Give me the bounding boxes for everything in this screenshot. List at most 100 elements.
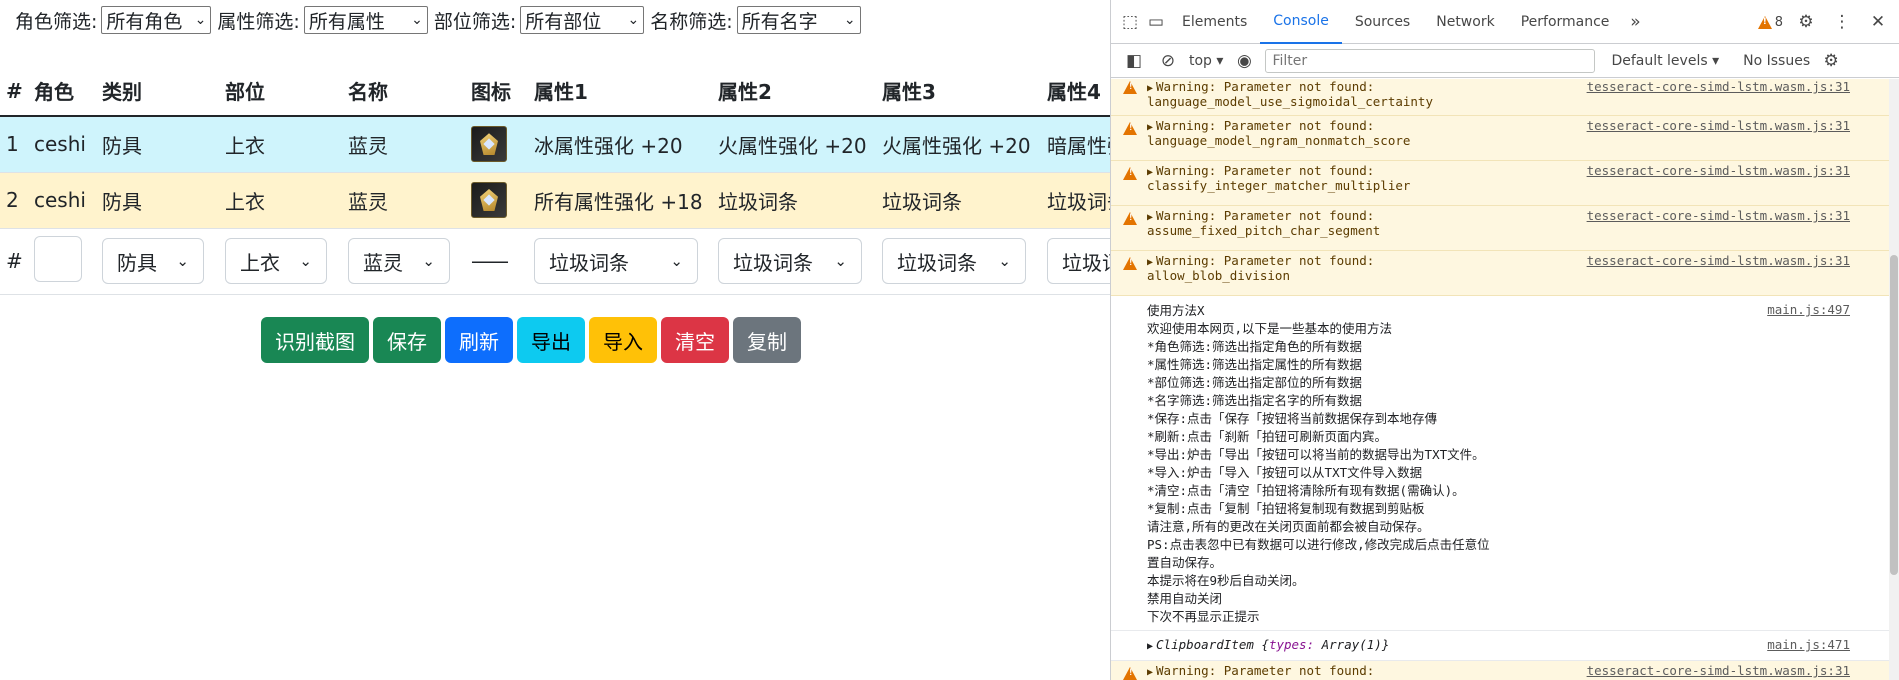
device-toolbar-icon[interactable]: ▭ — [1143, 9, 1169, 35]
expand-triangle-icon[interactable]: ▶ — [1147, 212, 1153, 223]
name-select[interactable]: 蓝灵 ⌄ — [348, 238, 450, 284]
new-attr2-cell: 垃圾词条 ⌄ — [712, 228, 876, 295]
source-link[interactable]: main.js:497 — [1767, 302, 1850, 317]
attr2-select[interactable]: 垃圾词条 ⌄ — [718, 238, 862, 284]
log-line: *清空:点击「清空「拍钮将清除所有现有数据(需确认)。 — [1147, 483, 1465, 498]
source-link[interactable]: tesseract-core-simd-lstm.wasm.js:31 — [1587, 163, 1850, 178]
cell-attr3[interactable]: 火属性强化 +20 — [876, 116, 1041, 173]
settings-gear-icon[interactable]: ⚙ — [1793, 9, 1819, 35]
cell-role[interactable]: ceshi — [28, 116, 96, 173]
warning-icon — [1123, 667, 1137, 680]
scrollbar-thumb[interactable] — [1890, 255, 1898, 575]
export-button[interactable]: 导出 — [517, 317, 585, 363]
attr-filter-value: 所有属性 — [308, 10, 385, 33]
console-scrollbar[interactable] — [1889, 79, 1899, 680]
new-num: # — [0, 228, 28, 295]
console-warning: ▶Warning: Parameter not found: classify_… — [1111, 161, 1890, 206]
cell-attr2[interactable]: 垃圾词条 — [712, 172, 876, 229]
tab-network[interactable]: Network — [1423, 0, 1507, 44]
console-warning: ▶Warning: Parameter not found: language_… — [1111, 116, 1890, 161]
close-icon[interactable]: ✕ — [1865, 9, 1891, 35]
live-expression-eye-icon[interactable]: ◉ — [1231, 48, 1257, 74]
sidebar-toggle-icon[interactable]: ◧ — [1121, 48, 1147, 74]
cell-type[interactable]: 防具 — [96, 116, 219, 173]
source-link[interactable]: tesseract-core-simd-lstm.wasm.js:31 — [1587, 253, 1850, 268]
inspect-element-icon[interactable]: ⬚ — [1117, 9, 1143, 35]
clear-console-icon[interactable]: ⊘ — [1155, 48, 1181, 74]
cell-name[interactable]: 蓝灵 — [342, 172, 465, 229]
role-filter-value: 所有角色 — [106, 10, 183, 33]
web-page: 角色筛选: 所有角色 ⌄ 属性筛选: 所有属性 ⌄ 部位筛选: 所有部位 ⌄ 名称筛选… — [0, 0, 1110, 680]
issues-indicator[interactable]: No Issues — [1743, 53, 1810, 69]
expand-triangle-icon[interactable]: ▶ — [1147, 257, 1153, 268]
name-filter-select[interactable]: 所有名字 ⌄ — [736, 6, 861, 34]
attr4-select[interactable]: 垃圾词 — [1047, 238, 1110, 284]
cell-attr2[interactable]: 火属性强化 +20 — [712, 116, 876, 173]
chevron-down-icon: ⌄ — [194, 12, 207, 28]
table-row[interactable]: 1 ceshi 防具 上衣 蓝灵 冰属性强化 +20 火属性强化 +20 火属性… — [0, 116, 1110, 173]
expand-triangle-icon[interactable]: ▶ — [1147, 83, 1153, 94]
cell-attr4[interactable]: 暗属性强 — [1041, 116, 1110, 173]
chevron-down-icon: ⌄ — [843, 12, 856, 28]
tab-sources[interactable]: Sources — [1342, 0, 1423, 44]
header-slot: 部位 — [219, 66, 342, 117]
cell-slot[interactable]: 上衣 — [219, 172, 342, 229]
warning-counter[interactable]: 8 — [1757, 15, 1783, 30]
kebab-menu-icon[interactable]: ⋮ — [1829, 9, 1855, 35]
new-role-cell — [28, 228, 96, 295]
cell-attr1[interactable]: 所有属性强化 +18 — [528, 172, 712, 229]
warning-param: allow_blob_division — [1147, 268, 1290, 283]
expand-triangle-icon[interactable]: ▶ — [1147, 641, 1153, 652]
new-icon-cell: —— — [465, 228, 528, 295]
save-button[interactable]: 保存 — [373, 317, 441, 363]
cell-type[interactable]: 防具 — [96, 172, 219, 229]
type-select[interactable]: 防具 ⌄ — [102, 238, 204, 284]
cell-slot[interactable]: 上衣 — [219, 116, 342, 173]
role-filter-select[interactable]: 所有角色 ⌄ — [101, 6, 212, 34]
role-input[interactable] — [34, 235, 82, 282]
expand-triangle-icon[interactable]: ▶ — [1147, 667, 1153, 678]
copy-button[interactable]: 复制 — [733, 317, 801, 363]
clear-button[interactable]: 清空 — [661, 317, 729, 363]
attr3-select-value: 垃圾词条 — [897, 250, 977, 275]
table-row[interactable]: 2 ceshi 防具 上衣 蓝灵 所有属性强化 +18 垃圾词条 垃圾词条 垃圾… — [0, 172, 1110, 229]
console-filter-input[interactable]: Filter — [1265, 48, 1596, 73]
attr-filter-select[interactable]: 所有属性 ⌄ — [303, 6, 428, 34]
log-line: *导出:炉击「导出「按钮可以将当前的数据导出为TXT文件。 — [1147, 447, 1485, 462]
cell-name[interactable]: 蓝灵 — [342, 116, 465, 173]
cell-attr1[interactable]: 冰属性强化 +20 — [528, 116, 712, 173]
warning-text: Warning: Parameter not found: — [1156, 208, 1375, 223]
cell-role[interactable]: ceshi — [28, 172, 96, 229]
expand-triangle-icon[interactable]: ▶ — [1147, 167, 1153, 178]
table-header-row: # 角色 类别 部位 名称 图标 属性1 属性2 属性3 属性4 — [0, 66, 1110, 117]
refresh-button[interactable]: 刷新 — [445, 317, 513, 363]
cell-attr4[interactable]: 垃圾词条 — [1041, 172, 1110, 229]
slot-filter-select[interactable]: 所有部位 ⌄ — [520, 6, 645, 34]
cell-icon — [465, 172, 528, 229]
header-icon: 图标 — [465, 66, 528, 117]
slot-filter-value: 所有部位 — [525, 10, 602, 33]
slot-select[interactable]: 上衣 ⌄ — [225, 238, 327, 284]
levels-label: Default levels — [1611, 52, 1708, 69]
source-link[interactable]: main.js:471 — [1767, 637, 1850, 652]
import-button[interactable]: 导入 — [589, 317, 657, 363]
recognize-screenshot-button[interactable]: 识别截图 — [261, 317, 369, 363]
source-link[interactable]: tesseract-core-simd-lstm.wasm.js:31 — [1587, 663, 1850, 678]
expand-triangle-icon[interactable]: ▶ — [1147, 122, 1153, 133]
devtools-panel: ⬚ ▭ Elements Console Sources Network Per… — [1110, 0, 1899, 680]
cell-attr3[interactable]: 垃圾词条 — [876, 172, 1041, 229]
tab-elements[interactable]: Elements — [1169, 0, 1260, 44]
source-link[interactable]: tesseract-core-simd-lstm.wasm.js:31 — [1587, 118, 1850, 133]
clipboard-object[interactable]: ClipboardItem {types: Array(1)} — [1156, 637, 1389, 652]
tab-console[interactable]: Console — [1260, 0, 1342, 44]
source-link[interactable]: tesseract-core-simd-lstm.wasm.js:31 — [1587, 79, 1850, 94]
attr3-select[interactable]: 垃圾词条 ⌄ — [882, 238, 1026, 284]
tab-performance[interactable]: Performance — [1508, 0, 1623, 44]
source-link[interactable]: tesseract-core-simd-lstm.wasm.js:31 — [1587, 208, 1850, 223]
devtools-right-controls: 8 ⚙ ⋮ ✕ — [1757, 0, 1891, 44]
attr1-select[interactable]: 垃圾词条 ⌄ — [534, 238, 698, 284]
context-selector[interactable]: top ▾ — [1189, 53, 1223, 69]
more-tabs-icon[interactable]: » — [1622, 9, 1648, 35]
console-settings-gear-icon[interactable]: ⚙ — [1818, 48, 1844, 74]
log-levels-dropdown[interactable]: Default levels ▾ — [1611, 53, 1719, 69]
